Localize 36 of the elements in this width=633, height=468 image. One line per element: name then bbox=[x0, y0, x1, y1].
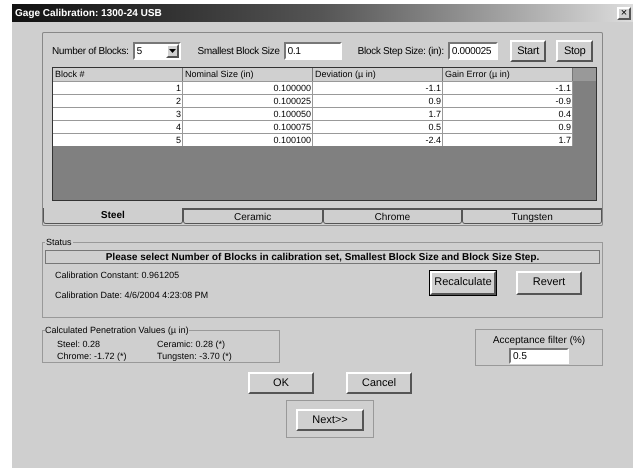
cancel-button[interactable]: Cancel bbox=[346, 372, 412, 394]
acceptance-label: Acceptance filter (%) bbox=[492, 334, 586, 348]
caret-icon bbox=[166, 44, 180, 58]
table-cell: -2.4 bbox=[313, 134, 443, 146]
calibration-constant: Calibration Constant: 0.961205 bbox=[55, 268, 180, 282]
calibration-date: Calibration Date: 4/6/2004 4:23:08 PM bbox=[55, 289, 210, 302]
window-title: Gage Calibration: 1300-24 USB bbox=[15, 6, 162, 20]
status-message: Please select Number of Blocks in calibration set, Smallest Block Size and Block Size Step. bbox=[45, 250, 600, 264]
next-button[interactable]: Next>> bbox=[296, 409, 364, 432]
table-cell: 1.7 bbox=[443, 134, 573, 146]
close-button[interactable]: × bbox=[617, 6, 631, 20]
smallest-label: Smallest Block Size bbox=[197, 44, 280, 58]
table-cell: 0.100100 bbox=[183, 134, 313, 146]
penetration-title: Calculated Penetration Values (µ in) bbox=[45, 324, 189, 337]
material-tab[interactable]: Tungsten bbox=[462, 208, 602, 224]
stop-button[interactable]: Stop bbox=[556, 40, 593, 62]
blocks-dropdown[interactable]: 5 bbox=[132, 42, 182, 60]
revert-button[interactable]: Revert bbox=[516, 270, 582, 294]
material-tab[interactable]: Steel bbox=[43, 208, 183, 224]
penetration-value: Steel: 0.28 bbox=[57, 338, 102, 350]
table-cell: 5 bbox=[53, 134, 183, 146]
step-label: Block Step Size: (in): bbox=[358, 44, 444, 58]
status-title: Status bbox=[45, 236, 73, 249]
blocks-label: Number of Blocks: bbox=[52, 44, 129, 58]
scrollbar-corner bbox=[573, 68, 596, 81]
step-field[interactable]: 0.000025 bbox=[448, 42, 498, 60]
material-tab[interactable]: Chrome bbox=[322, 208, 462, 224]
ok-button[interactable]: OK bbox=[248, 372, 314, 394]
start-button[interactable]: Start bbox=[510, 40, 546, 62]
material-tab[interactable]: Ceramic bbox=[182, 208, 322, 224]
acceptance-field[interactable]: 0.5 bbox=[509, 348, 569, 364]
penetration-value: Tungsten: -3.70 (*) bbox=[157, 350, 233, 362]
recalculate-button[interactable]: Recalculate bbox=[430, 270, 496, 294]
penetration-value: Ceramic: 0.28 (*) bbox=[157, 338, 226, 350]
smallest-field[interactable]: 0.1 bbox=[284, 42, 342, 60]
penetration-value: Chrome: -1.72 (*) bbox=[57, 350, 128, 362]
